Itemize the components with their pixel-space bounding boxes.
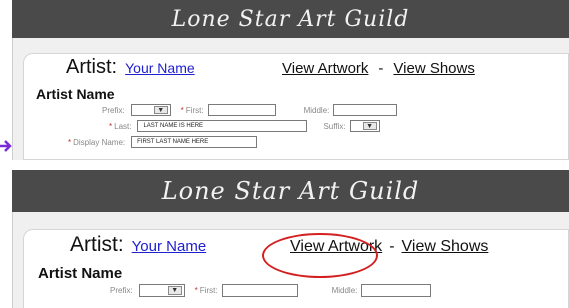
arrow-right-icon	[0, 140, 12, 152]
prefix-label: Prefix:	[110, 286, 133, 295]
artist-header: Artist: Your Name	[66, 56, 195, 79]
middle-name-input[interactable]	[333, 104, 398, 116]
nav-separator: -	[378, 60, 384, 77]
required-marker: *	[68, 137, 72, 147]
middle-label: Middle:	[331, 286, 358, 295]
first-name-input[interactable]	[207, 104, 276, 116]
prefix-select[interactable]: ▼	[130, 104, 171, 116]
middle-name-input[interactable]	[361, 284, 432, 297]
name-row-2: * Last: LAST NAME IS HERE Suffix: ▼	[109, 120, 380, 132]
display-name-input[interactable]: FIRST LAST NAME HERE	[131, 136, 258, 148]
site-banner: Lone Star Art Guild	[12, 0, 569, 39]
last-name-value: LAST NAME IS HERE	[143, 123, 204, 129]
last-label: Last:	[114, 121, 132, 131]
chevron-down-icon: ▼	[153, 106, 168, 114]
middle-label: Middle:	[303, 105, 330, 115]
artist-label: Artist:	[66, 56, 118, 78]
view-artwork-link[interactable]: View Artwork	[282, 60, 368, 77]
page-content: Artist: Your Name View Artwork - View Sh…	[12, 38, 569, 160]
name-row-3: * Display Name: FIRST LAST NAME HERE	[68, 136, 258, 148]
required-marker: *	[109, 121, 113, 131]
required-marker: *	[180, 105, 184, 115]
your-name-link[interactable]: Your Name	[132, 238, 207, 255]
nav-separator: -	[389, 238, 395, 255]
prefix-select[interactable]: ▼	[138, 284, 185, 297]
artist-header: Artist: Your Name	[70, 233, 206, 257]
chevron-down-icon: ▼	[362, 122, 377, 130]
your-name-link[interactable]: Your Name	[125, 60, 195, 76]
artist-card: Artist: Your Name View Artwork - View Sh…	[23, 53, 569, 160]
prefix-label: Prefix:	[102, 105, 125, 115]
last-name-input[interactable]: LAST NAME IS HERE	[137, 120, 308, 132]
view-shows-link[interactable]: View Shows	[393, 60, 474, 77]
display-name-value: FIRST LAST NAME HERE	[137, 139, 209, 145]
artist-nav: View Artwork - View Shows	[282, 60, 475, 77]
site-title: Lone Star Art Guild	[161, 177, 420, 205]
first-name-input[interactable]	[221, 284, 298, 297]
name-row-1: Prefix: ▼ * First: Middle:	[110, 284, 432, 297]
first-label: First:	[185, 105, 204, 115]
display-name-label: Display Name:	[73, 137, 126, 147]
chevron-down-icon: ▼	[167, 286, 182, 295]
site-banner: Lone Star Art Guild	[12, 170, 569, 213]
suffix-label: Suffix:	[323, 121, 346, 131]
section-title: Artist Name	[36, 86, 115, 102]
top-screenshot-panel: Lone Star Art Guild Artist: Your Name Vi…	[12, 0, 569, 160]
required-marker: *	[194, 286, 198, 295]
name-row-1: Prefix: ▼ * First: Middle:	[102, 104, 398, 116]
artist-label: Artist:	[70, 233, 124, 256]
suffix-select[interactable]: ▼	[349, 120, 380, 132]
view-shows-link[interactable]: View Shows	[402, 238, 489, 256]
view-artwork-highlight	[262, 233, 378, 278]
section-title: Artist Name	[38, 265, 123, 282]
first-label: First:	[199, 286, 218, 295]
site-title: Lone Star Art Guild	[171, 6, 410, 32]
